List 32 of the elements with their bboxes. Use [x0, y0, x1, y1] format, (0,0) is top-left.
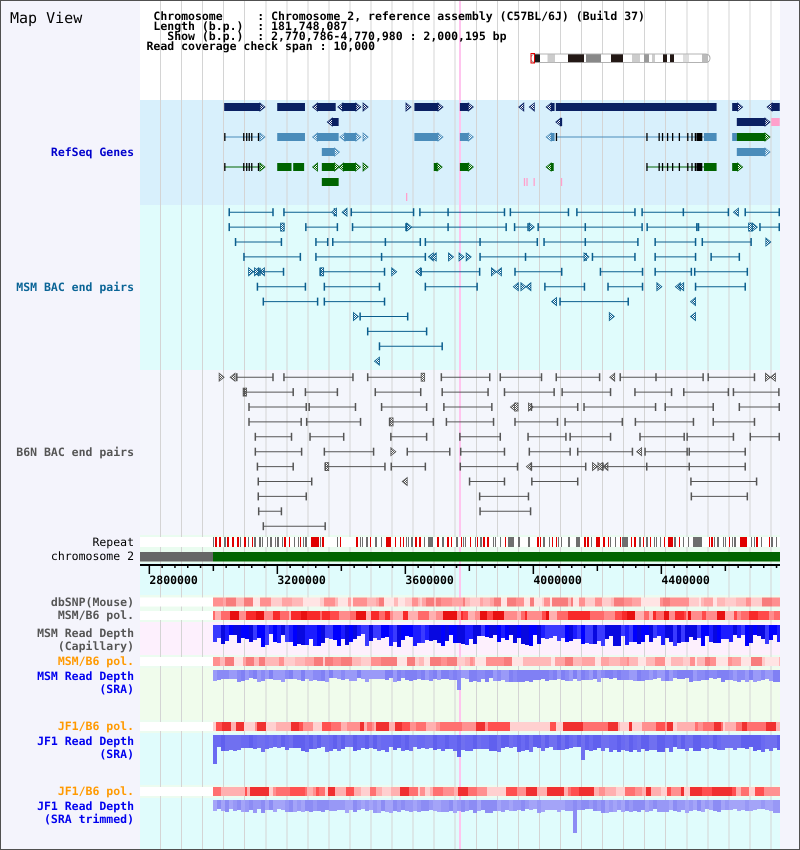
track-label: dbSNP(Mouse): [50, 596, 134, 608]
axis-tick-label: 4000000: [533, 573, 582, 587]
info-separator: :: [257, 11, 264, 21]
track-label: chromosome 2: [50, 550, 134, 563]
track-label: MSM BAC end pairs: [16, 281, 134, 294]
track-label: MSM/B6 pol.: [58, 655, 134, 668]
track-label: MSM Read Depth (SRA): [36, 670, 134, 696]
info-value: Chromosome 2, reference assembly (C57BL/6J) (Build 37): [271, 11, 645, 21]
track-label: JF1 Read Depth (SRA): [36, 735, 134, 761]
track-label: MSM Read Depth (Capillary): [36, 627, 134, 653]
axis-tick-label: 4400000: [661, 573, 710, 587]
info-label: Length (b.p.): [153, 21, 244, 31]
track-label: RefSeq Genes: [50, 146, 134, 159]
info-separator: :: [257, 31, 264, 41]
track-label: JF1/B6 pol.: [58, 785, 134, 798]
axis-tick-label: 2800000: [149, 573, 198, 587]
info-value: 2,770,786-4,770,980 : 2,000,195 bp: [271, 31, 507, 41]
info-value: 181,748,087: [271, 21, 348, 31]
info-value: 10,000: [333, 41, 375, 51]
info-label: Chromosome: [153, 11, 223, 21]
info-separator: :: [320, 41, 327, 51]
track-label: JF1 Read Depth (SRA trimmed): [36, 800, 134, 826]
info-separator: :: [257, 21, 264, 31]
track-label: B6N BAC end pairs: [16, 446, 134, 459]
track-label: JF1/B6 pol.: [58, 720, 134, 733]
info-label: Read coverage check span: [146, 41, 313, 51]
track-label: MSM/B6 pol.: [58, 609, 134, 622]
axis-tick-label: 3600000: [405, 573, 454, 587]
page-title: Map View: [10, 9, 84, 27]
track-label: Repeat: [92, 536, 134, 549]
info-label: Show (b.p.): [167, 31, 244, 41]
axis-tick-label: 3200000: [277, 573, 326, 587]
